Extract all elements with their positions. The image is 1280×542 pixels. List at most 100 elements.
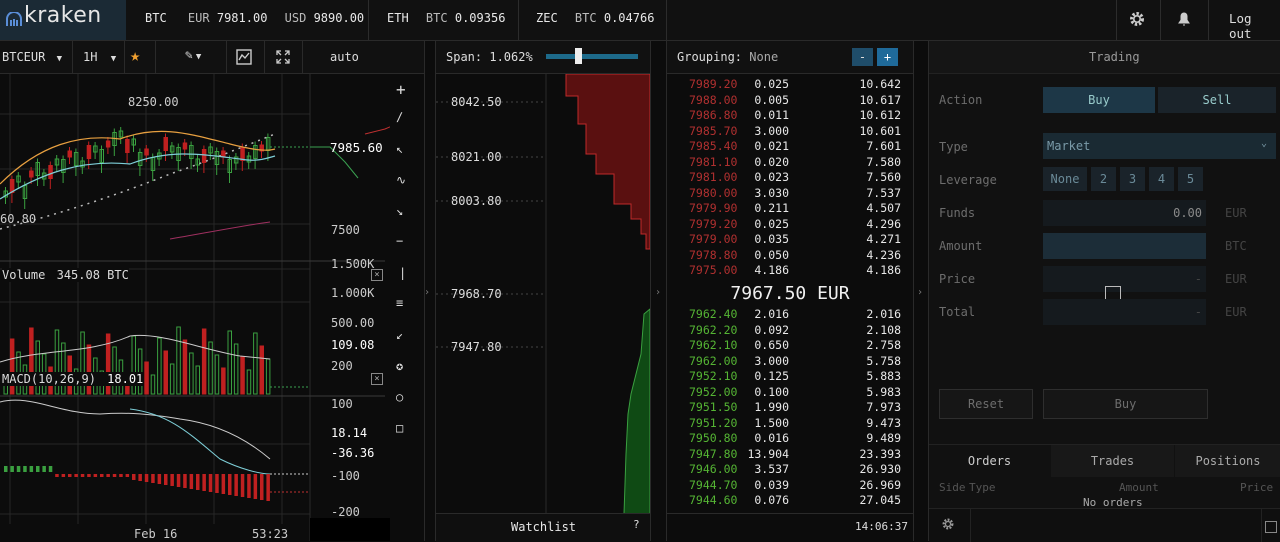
orderbook-row[interactable]: 7989.20 0.025 10.642: [667, 77, 913, 93]
row-price: 7944.70: [689, 477, 738, 492]
macd-bar: [112, 474, 117, 477]
row-cumulative: 27.045: [859, 493, 901, 507]
help-icon[interactable]: ?: [633, 518, 640, 531]
logo[interactable]: kraken: [0, 0, 126, 40]
total-label: Total: [939, 305, 976, 319]
leverage-5[interactable]: 5: [1178, 167, 1203, 191]
draw-tool-icon[interactable]: ✎ ▼: [185, 48, 201, 63]
span-slider-handle[interactable]: [575, 48, 582, 64]
orderbook-row[interactable]: 7950.80 0.016 9.489: [667, 431, 913, 447]
chevron-right-icon[interactable]: ›: [424, 287, 430, 298]
pitchfork-icon[interactable]: ↙: [396, 328, 403, 342]
leverage-3[interactable]: 3: [1120, 167, 1145, 191]
indicators-icon[interactable]: [236, 49, 252, 68]
ticker-eth[interactable]: ETH BTC 0.09356: [387, 11, 505, 25]
row-cumulative: 2.108: [866, 322, 901, 337]
orderbook-row[interactable]: 7979.20 0.025 4.296: [667, 217, 913, 233]
ticker-btc[interactable]: BTC EUR 7981.00 USD 9890.00: [145, 11, 364, 25]
ticker-zec[interactable]: ZEC BTC 0.04766: [536, 11, 654, 25]
row-volume: 0.011: [754, 108, 789, 122]
candle-body: [201, 149, 207, 163]
row-price: 7979.00: [689, 232, 738, 246]
orderbook-row[interactable]: 7988.00 0.005 10.617: [667, 93, 913, 109]
grouping-minus-button[interactable]: -: [852, 48, 873, 66]
gear-icon[interactable]: [1128, 10, 1146, 31]
orderbook-row[interactable]: 7980.00 3.030 7.537: [667, 186, 913, 202]
macd-axis-label: 100: [331, 397, 353, 411]
panel-toggle-icon[interactable]: [1265, 521, 1277, 533]
reset-button[interactable]: Reset: [939, 389, 1033, 419]
submit-buy-button[interactable]: Buy: [1043, 389, 1208, 419]
total-field: -: [1043, 299, 1206, 325]
orderbook-row[interactable]: 7962.40 2.016 2.016: [667, 307, 913, 323]
orderbook-row[interactable]: 7985.40 0.021 7.601: [667, 139, 913, 155]
leverage-4[interactable]: 4: [1149, 167, 1174, 191]
horizontal-line-icon[interactable]: −: [396, 234, 403, 248]
amount-input[interactable]: [1043, 233, 1206, 259]
arrow-tool-icon[interactable]: ↖: [396, 142, 403, 156]
vertical-line-icon[interactable]: |: [399, 266, 406, 280]
orderbook-row[interactable]: 7962.10 0.650 2.758: [667, 338, 913, 354]
orderbook-row[interactable]: 7952.10 0.125 5.883: [667, 369, 913, 385]
orderbook-row[interactable]: 7979.00 0.035 4.271: [667, 232, 913, 248]
row-cumulative: 10.601: [859, 123, 901, 138]
circle-tool-icon[interactable]: ○: [396, 390, 403, 404]
grouping-plus-button[interactable]: +: [877, 48, 898, 66]
orderbook-row[interactable]: 7962.00 3.000 5.758: [667, 354, 913, 370]
orderbook-row[interactable]: 7944.70 0.039 26.969: [667, 478, 913, 494]
macd-bar: [138, 474, 142, 481]
divider: [72, 41, 73, 73]
volume-bar: [144, 361, 149, 395]
macd-bar: [29, 466, 34, 472]
orderbook-row[interactable]: 7986.80 0.011 10.612: [667, 108, 913, 124]
scale-mode-button[interactable]: auto: [330, 50, 359, 64]
fullscreen-icon[interactable]: [275, 49, 291, 68]
type-select[interactable]: Market ⌄: [1043, 133, 1276, 159]
close-icon[interactable]: ×: [371, 373, 383, 385]
chevron-right-icon[interactable]: ›: [655, 287, 661, 298]
tab-orders[interactable]: Orders: [929, 445, 1050, 477]
span-slider[interactable]: [546, 54, 638, 59]
orderbook-row[interactable]: 7979.90 0.211 4.507: [667, 201, 913, 217]
curve-tool-icon[interactable]: ∿: [396, 173, 406, 187]
ray-tool-icon[interactable]: ↘: [396, 204, 403, 218]
notifications-icon[interactable]: [1176, 10, 1192, 31]
tab-trades[interactable]: Trades: [1051, 445, 1174, 477]
chevron-right-icon[interactable]: ›: [917, 287, 923, 298]
favorite-star-icon[interactable]: ★: [130, 46, 140, 66]
sell-toggle[interactable]: Sell: [1158, 87, 1276, 113]
trendline-icon[interactable]: ∕: [396, 110, 403, 124]
orderbook-row[interactable]: 7944.60 0.076 27.045: [667, 493, 913, 509]
divider: [1160, 0, 1161, 40]
rectangle-tool-icon[interactable]: □: [396, 421, 403, 435]
orderbook-row[interactable]: 7985.70 3.000 10.601: [667, 124, 913, 140]
orderbook-row[interactable]: 7981.00 0.023 7.560: [667, 170, 913, 186]
orderbook-row[interactable]: 7946.00 3.537 26.930: [667, 462, 913, 478]
watchlist-bar[interactable]: Watchlist ?: [436, 513, 650, 542]
leverage-2[interactable]: 2: [1091, 167, 1116, 191]
crosshair-icon[interactable]: +: [396, 80, 406, 99]
orderbook-row[interactable]: 7951.20 1.500 9.473: [667, 416, 913, 432]
macd-bar: [100, 474, 104, 477]
orderbook-row[interactable]: 7981.10 0.020 7.580: [667, 155, 913, 171]
leverage-none[interactable]: None: [1043, 167, 1087, 191]
orderbook-row[interactable]: 7952.00 0.100 5.983: [667, 385, 913, 401]
orderbook-row[interactable]: 7951.50 1.990 7.973: [667, 400, 913, 416]
tab-positions[interactable]: Positions: [1175, 445, 1280, 477]
volume-axis-label: 1.500K: [331, 257, 375, 271]
orderbook-row[interactable]: 7947.80 13.904 23.393: [667, 447, 913, 463]
orderbook-row[interactable]: 7975.00 4.186 4.186: [667, 263, 913, 279]
logout-button[interactable]: Log out: [1229, 11, 1280, 41]
row-volume: 2.016: [754, 307, 789, 321]
interval-select[interactable]: 1H ▼: [83, 50, 116, 64]
buy-toggle[interactable]: Buy: [1043, 87, 1155, 113]
pair-select[interactable]: BTCEUR ▼: [2, 50, 62, 64]
settings-gear-icon[interactable]: [941, 517, 955, 534]
fib-lines-icon[interactable]: ≡: [396, 296, 403, 310]
orderbook-row[interactable]: 7978.80 0.050 4.236: [667, 248, 913, 264]
asks-list: 7989.20 0.025 10.642 7988.00 0.005 10.617 7986…: [667, 77, 913, 279]
close-icon[interactable]: ×: [371, 269, 383, 281]
ticker-symbol: ZEC: [536, 11, 558, 25]
fan-tool-icon[interactable]: ✪: [396, 359, 403, 373]
orderbook-row[interactable]: 7962.20 0.092 2.108: [667, 323, 913, 339]
